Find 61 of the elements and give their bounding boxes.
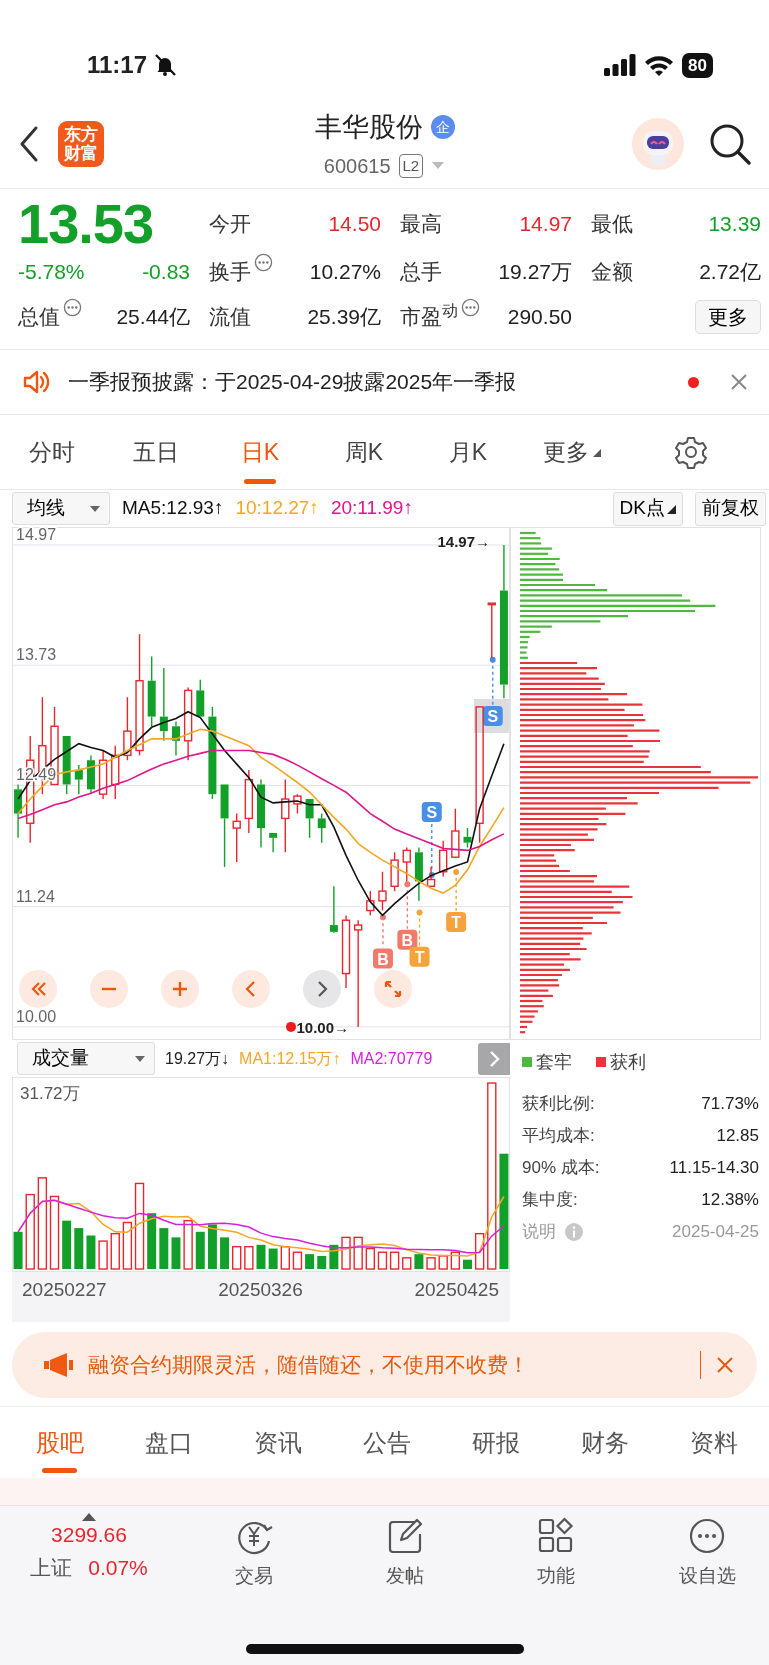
stat-value: 2.72亿	[699, 258, 761, 285]
stock-code: 600615	[323, 154, 391, 180]
stat-label: 90% 成本:	[522, 1157, 600, 1180]
price-axis-label: 11.24	[16, 887, 55, 905]
stat-value: 25.39亿	[307, 304, 381, 331]
volume-max-label: 31.72万	[20, 1084, 80, 1103]
high-price-label: 14.97→	[437, 533, 490, 550]
stat-label: 获利比例:	[522, 1093, 595, 1116]
stat-value: 71.73%	[701, 1093, 759, 1116]
stat-label: 市盈$^{动}$	[400, 301, 458, 331]
stat-value: 13.39	[708, 211, 761, 238]
buy-signal: B	[397, 929, 418, 950]
index-name: 上证	[30, 1555, 73, 1581]
index-value: 3299.66	[51, 1522, 127, 1548]
sell-signal: S	[421, 801, 442, 822]
stat-label: 总手	[400, 258, 442, 285]
battery-indicator: 80	[682, 52, 713, 78]
legend-label: 10:12.27↑	[235, 496, 319, 521]
t-signal: T	[409, 946, 430, 967]
company-badge: 企	[430, 115, 455, 139]
change-percent: -5.78%	[18, 258, 85, 285]
date-label: 20250326	[218, 1278, 303, 1302]
stat-label: 今开	[209, 211, 251, 238]
date-label: 20250425	[414, 1278, 499, 1302]
change-amount: -0.83	[142, 258, 190, 285]
date-label: 20250227	[22, 1278, 107, 1302]
stat-label: 最低	[591, 211, 633, 238]
price-axis-label: 13.73	[16, 646, 57, 664]
price-axis-label: 14.97	[16, 527, 57, 543]
stat-value: 14.50	[328, 211, 381, 238]
stat-value: 12.38%	[701, 1189, 759, 1212]
stat-label: 金额	[591, 258, 633, 285]
index-change: 0.07%	[88, 1555, 148, 1581]
legend-label: 20:11.99↑	[330, 496, 413, 521]
legend-label: MA5:12.93↑	[122, 496, 224, 521]
stat-value: 14.97	[519, 211, 572, 238]
stat-value: 12.85	[716, 1125, 759, 1148]
stat-label: 集中度:	[522, 1189, 578, 1212]
stat-value: 11.15-14.30	[669, 1157, 759, 1180]
legend-label: 套牢	[536, 1050, 572, 1074]
stat-value: 19.27万	[498, 258, 572, 285]
stat-label: 换手	[209, 258, 251, 285]
volume-reading: 19.27万↓	[165, 1048, 230, 1069]
stat-label: 平均成本:	[522, 1125, 595, 1148]
t-signal: T	[446, 911, 467, 932]
price-axis-label: 10.00	[16, 1007, 57, 1025]
stock-name: 丰华股份	[314, 110, 423, 144]
stat-value: 290.50	[507, 304, 572, 331]
data-date: 2025-04-25	[672, 1221, 759, 1244]
stat-label: 最高	[400, 211, 442, 238]
clock-time: 11:17	[87, 50, 148, 80]
volume-reading: MA2:70779	[350, 1048, 433, 1069]
volume-reading: MA1:12.15万↑	[239, 1048, 341, 1069]
legend-label: 获利	[610, 1050, 646, 1074]
stat-value: 25.44亿	[116, 304, 190, 331]
low-price-label: 10.00→	[296, 1018, 349, 1036]
stat-value: 10.27%	[309, 258, 381, 285]
stat-label: 流值	[209, 304, 251, 331]
buy-signal: B	[372, 948, 393, 969]
stat-label: 总值	[18, 304, 60, 331]
last-price: 13.53	[18, 199, 155, 249]
